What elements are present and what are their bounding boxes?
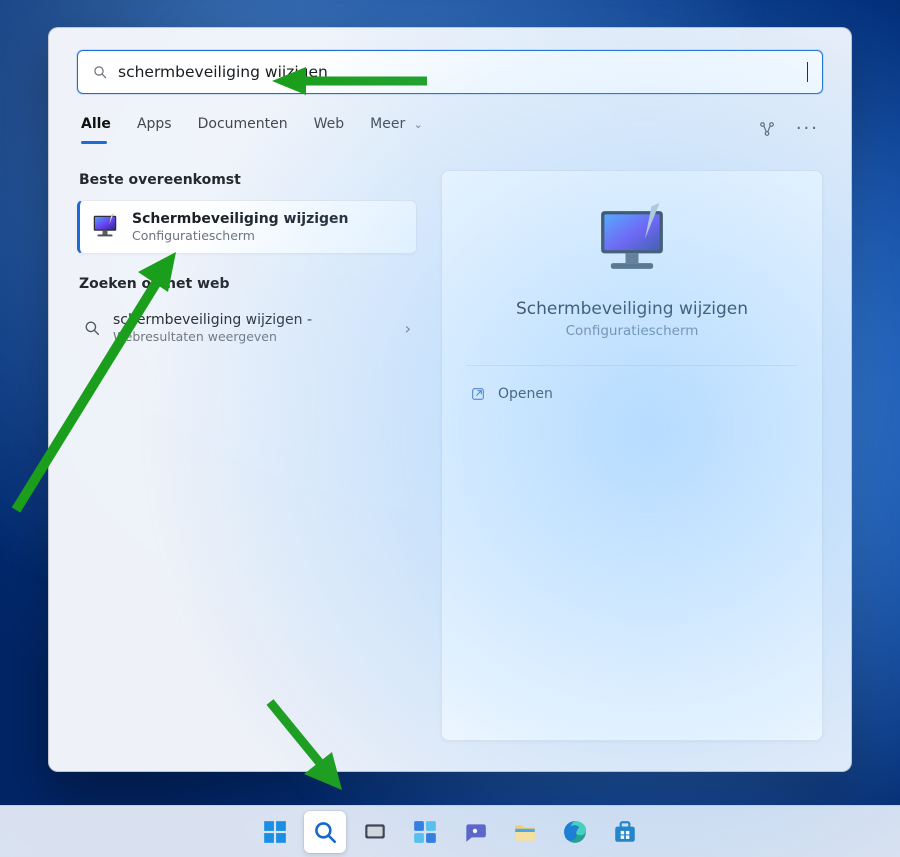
edge-button[interactable] <box>554 811 596 853</box>
open-external-icon <box>470 386 486 402</box>
start-search-panel: schermbeveiliging wijzigen Alle Apps Doc… <box>48 27 852 772</box>
tab-web[interactable]: Web <box>314 116 345 142</box>
search-bar[interactable]: schermbeveiliging wijzigen <box>77 50 823 94</box>
windows-start-icon <box>262 819 288 845</box>
divider <box>466 365 798 366</box>
search-icon <box>83 319 101 337</box>
screensaver-monitor-icon <box>90 212 120 242</box>
edge-icon <box>562 819 588 845</box>
detail-subtitle: Configuratiescherm <box>566 323 699 339</box>
chat-button[interactable] <box>454 811 496 853</box>
best-match-title: Schermbeveiliging wijzigen <box>132 211 349 227</box>
web-result-title: schermbeveiliging wijzigen - <box>113 312 312 328</box>
detail-card: Schermbeveiliging wijzigen Configuraties… <box>441 170 823 741</box>
web-result-subtitle: Webresultaten weergeven <box>113 329 312 344</box>
best-match-subtitle: Configuratiescherm <box>132 228 349 243</box>
widgets-icon <box>412 819 438 845</box>
widgets-button[interactable] <box>404 811 446 853</box>
annotation-arrow <box>272 61 432 101</box>
taskview-icon <box>362 819 388 845</box>
tab-apps[interactable]: Apps <box>137 116 172 142</box>
tabs-row: Alle Apps Documenten Web Meer ⌄ ··· <box>77 116 823 142</box>
chevron-down-icon: ⌄ <box>414 118 423 131</box>
file-explorer-button[interactable] <box>504 811 546 853</box>
chevron-right-icon: › <box>405 319 411 338</box>
search-button[interactable] <box>304 811 346 853</box>
flow-icon[interactable] <box>758 120 776 138</box>
search-input[interactable]: schermbeveiliging wijzigen <box>118 63 808 81</box>
text-caret <box>807 62 808 82</box>
store-button[interactable] <box>604 811 646 853</box>
tab-documents[interactable]: Documenten <box>198 116 288 142</box>
screensaver-monitor-icon <box>593 203 671 281</box>
annotation-arrow <box>250 690 355 800</box>
search-icon <box>312 819 338 845</box>
tab-more[interactable]: Meer ⌄ <box>370 116 423 142</box>
web-result-item[interactable]: schermbeveiliging wijzigen - Webresultat… <box>77 304 417 352</box>
taskbar <box>0 805 900 857</box>
best-match-item[interactable]: Schermbeveiliging wijzigen Configuraties… <box>77 200 417 254</box>
open-label: Openen <box>498 386 553 402</box>
results-right-column: Schermbeveiliging wijzigen Configuraties… <box>441 170 823 741</box>
best-match-label: Beste overeenkomst <box>79 172 415 188</box>
taskview-button[interactable] <box>354 811 396 853</box>
microsoft-store-icon <box>612 819 638 845</box>
web-search-label: Zoeken op het web <box>79 276 415 292</box>
search-icon <box>92 64 108 80</box>
tab-all[interactable]: Alle <box>81 116 111 142</box>
file-explorer-icon <box>512 819 538 845</box>
more-icon[interactable]: ··· <box>796 124 819 134</box>
chat-icon <box>462 819 488 845</box>
detail-title: Schermbeveiliging wijzigen <box>516 299 748 319</box>
tab-more-label: Meer <box>370 116 405 132</box>
open-action[interactable]: Openen <box>466 378 798 410</box>
start-button[interactable] <box>254 811 296 853</box>
results-left-column: Beste overeenkomst Schermbeveiliging <box>77 170 417 741</box>
